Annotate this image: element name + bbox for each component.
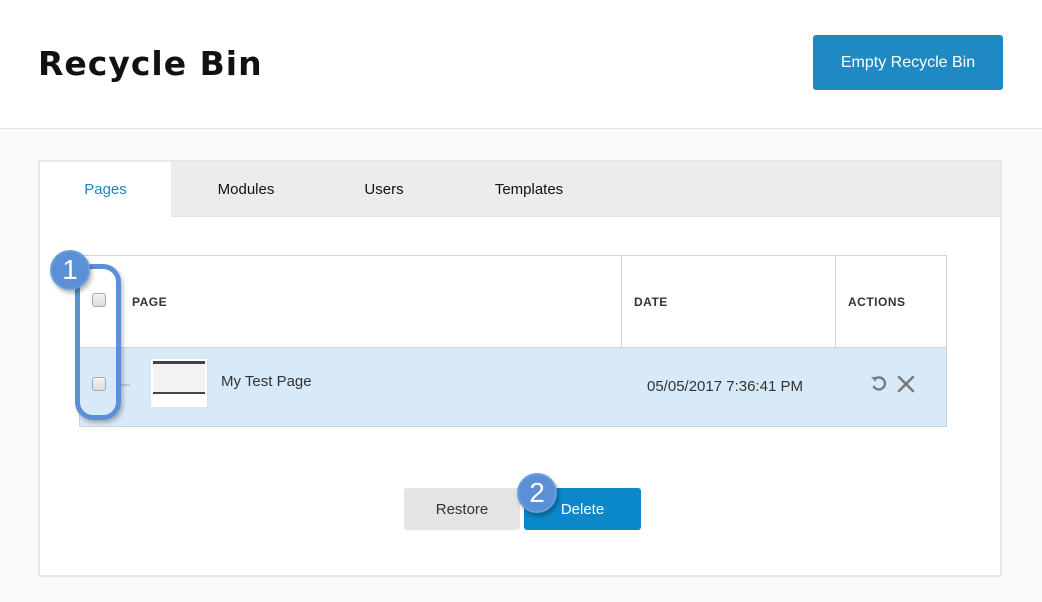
- tab-users[interactable]: Users: [321, 162, 447, 216]
- tab-bar: Pages Modules Users Templates: [40, 162, 1000, 217]
- checkbox-highlight-outline: [75, 264, 121, 420]
- recycle-bin-panel: Pages Modules Users Templates PAGE DATE …: [38, 160, 1002, 577]
- column-header-page: PAGE: [132, 294, 168, 309]
- deleted-date: 05/05/2017 7:36:41 PM: [647, 378, 803, 395]
- tab-modules[interactable]: Modules: [171, 162, 321, 216]
- close-icon[interactable]: [896, 374, 916, 394]
- restore-icon[interactable]: [869, 374, 889, 394]
- tab-pages[interactable]: Pages: [40, 162, 171, 217]
- tab-templates[interactable]: Templates: [447, 162, 611, 216]
- table-row: My Test Page 05/05/2017 7:36:41 PM: [80, 348, 946, 426]
- column-header-date: DATE: [621, 256, 835, 347]
- column-header-actions: ACTIONS: [835, 256, 946, 347]
- empty-recycle-bin-button[interactable]: Empty Recycle Bin: [813, 35, 1003, 90]
- pages-table: PAGE DATE ACTIONS My Test Page 05/05/201…: [79, 255, 947, 427]
- restore-button[interactable]: Restore: [404, 488, 520, 530]
- page-name: My Test Page: [221, 373, 312, 390]
- page-title: Recycle Bin: [38, 44, 263, 83]
- callout-badge-2: 2: [517, 473, 557, 513]
- table-header: PAGE DATE ACTIONS: [80, 256, 946, 348]
- callout-badge-1: 1: [50, 250, 90, 290]
- page-header: Recycle Bin Empty Recycle Bin: [0, 0, 1042, 129]
- page-thumbnail: [150, 358, 208, 408]
